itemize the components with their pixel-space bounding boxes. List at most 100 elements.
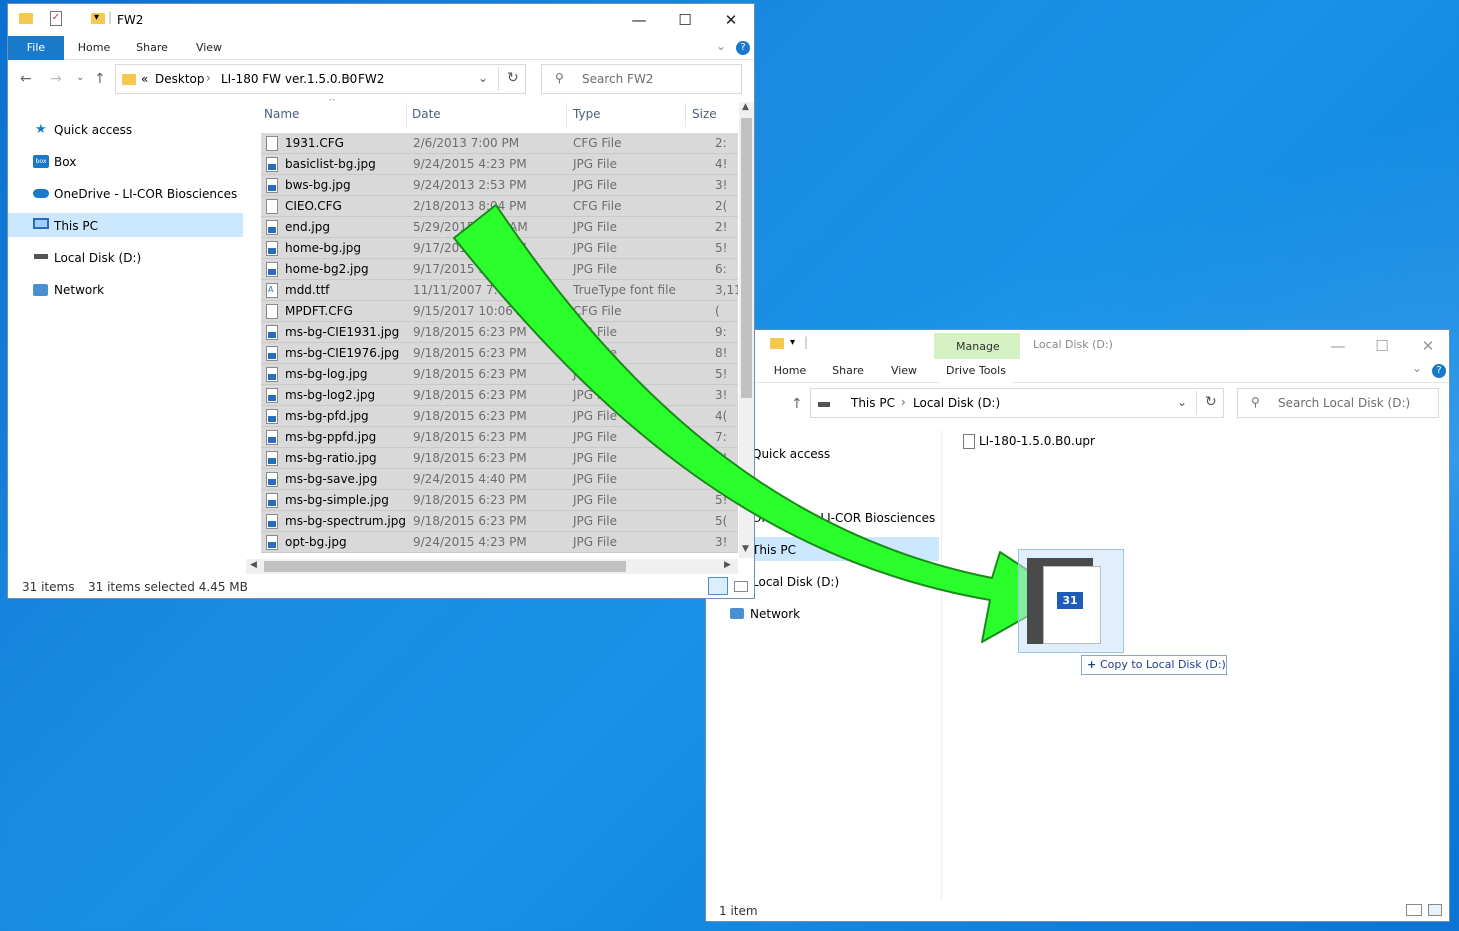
tab-drive-tools[interactable]: Drive Tools (940, 359, 1012, 383)
table-row[interactable]: ms-bg-log.jpg 9/18/2015 6:23 PM JPG File 5! (261, 364, 738, 385)
image-file-icon (266, 430, 278, 445)
tab-home[interactable]: Home (766, 359, 814, 383)
scroll-down-icon[interactable]: ▼ (742, 544, 749, 554)
minimize-button[interactable]: — (1315, 330, 1361, 362)
expand-ribbon-icon[interactable]: ⌄ (716, 39, 726, 53)
table-row[interactable]: home-bg2.jpg 9/17/2015 3:00 PM JPG File 6: (261, 259, 738, 280)
scroll-left-icon[interactable]: ◀ (250, 560, 257, 570)
scroll-up-icon[interactable]: ▲ (742, 102, 749, 112)
column-date[interactable]: Date (412, 99, 441, 129)
table-row[interactable]: ms-bg-spectrum.jpg 9/18/2015 6:23 PM JPG F… (261, 511, 738, 532)
column-type[interactable]: Type (573, 99, 601, 129)
refresh-icon[interactable]: ↻ (1205, 394, 1217, 410)
table-row[interactable]: ms-bg-ratio.jpg 9/18/2015 6:23 PM JPG File… (261, 448, 738, 469)
horizontal-scrollbar[interactable]: ◀ ▶ (246, 559, 738, 574)
forward-arrow-icon[interactable]: → (50, 71, 62, 87)
details-view-icon[interactable] (708, 577, 728, 595)
nav-network[interactable]: Network (750, 602, 800, 626)
recent-locations-icon[interactable]: ⌄ (76, 72, 84, 83)
fw2-window[interactable]: ✓ ▾ | FW2 — ☐ ✕ File Home Share View ⌄ ?… (7, 3, 755, 599)
back-arrow-icon[interactable]: ← (20, 71, 32, 87)
nav-local-disk[interactable]: Local Disk (D:) (54, 246, 141, 270)
table-row[interactable]: ms-bg-log2.jpg 9/18/2015 6:23 PM JPG File 3… (261, 385, 738, 406)
details-view-icon[interactable] (1406, 904, 1422, 916)
table-row[interactable]: ms-bg-CIE1931.jpg 9/18/2015 6:23 PM JPG Fi… (261, 322, 738, 343)
tab-share[interactable]: Share (824, 359, 872, 383)
table-row[interactable]: ms-bg-save.jpg 9/24/2015 4:40 PM JPG File 4… (261, 469, 738, 490)
table-row[interactable]: bws-bg.jpg 9/24/2013 2:53 PM JPG File 3! (261, 175, 738, 196)
table-row[interactable]: opt-bg.jpg 9/24/2015 4:23 PM JPG File 3! (261, 532, 738, 553)
up-arrow-icon[interactable]: ↑ (94, 71, 106, 87)
minimize-button[interactable]: — (616, 4, 662, 36)
table-row[interactable]: mdd.ttf 11/11/2007 7:46 PM TrueType font f… (261, 280, 738, 301)
quick-access-dropdown-icon[interactable]: ▾ (790, 337, 795, 348)
refresh-icon[interactable]: ↻ (507, 70, 519, 86)
table-row[interactable]: ms-bg-pfd.jpg 9/18/2015 6:23 PM JPG File 4( (261, 406, 738, 427)
large-icons-view-icon[interactable] (734, 581, 748, 592)
nav-onedrive[interactable]: OneDrive - LI-COR Biosciences (54, 182, 237, 206)
file-item[interactable]: LI-180-1.5.0.B0.upr (979, 434, 1095, 448)
table-row[interactable]: ms-bg-ppfd.jpg 9/18/2015 6:23 PM JPG File 7… (261, 427, 738, 448)
file-type: JPG File (573, 409, 617, 423)
quick-access-dropdown-icon[interactable]: ▾ (94, 12, 99, 23)
nav-quick-access[interactable]: Quick access (752, 442, 830, 466)
box-icon: box (33, 155, 49, 168)
tab-view[interactable]: View (185, 36, 233, 60)
nav-onedrive[interactable]: OneDrive - LI-COR Biosciences (752, 506, 935, 530)
breadcrumb-fw2[interactable]: FW2 (358, 72, 384, 86)
vertical-scrollbar[interactable]: ▲ ▼ (739, 102, 754, 558)
table-row[interactable]: end.jpg 5/29/2015 4:36 AM JPG File 2! (261, 217, 738, 238)
onedrive-icon (33, 189, 49, 198)
column-name[interactable]: Name (264, 99, 299, 129)
tab-file[interactable]: File (8, 36, 64, 60)
tab-share[interactable]: Share (128, 36, 176, 60)
maximize-button[interactable]: ☐ (662, 4, 708, 36)
title-bar[interactable]: ✓ ▾ | FW2 — ☐ ✕ (8, 4, 754, 40)
scroll-right-icon[interactable]: ▶ (724, 560, 731, 570)
file-size: 7: (715, 430, 727, 444)
breadcrumb-li180[interactable]: LI-180 FW ver.1.5.0.B0 (221, 72, 357, 86)
close-button[interactable]: ✕ (708, 4, 754, 36)
address-bar[interactable]: This PC › Local Disk (D:) ⌄ ↻ (810, 388, 1224, 418)
nav-box[interactable]: Box (54, 150, 76, 174)
table-row[interactable]: CIEO.CFG 2/18/2013 8:04 PM CFG File 2( (261, 196, 738, 217)
table-row[interactable]: ms-bg-simple.jpg 9/18/2015 6:23 PM JPG Fil… (261, 490, 738, 511)
large-icons-view-icon[interactable] (1428, 904, 1442, 916)
nav-network[interactable]: Network (54, 278, 104, 302)
nav-local-disk[interactable]: Local Disk (D:) (752, 570, 839, 594)
maximize-button[interactable]: ☐ (1359, 330, 1405, 362)
nav-this-pc[interactable]: This PC (54, 214, 98, 238)
nav-this-pc[interactable]: This PC (752, 538, 796, 562)
up-arrow-icon[interactable]: ↑ (791, 396, 803, 412)
file-list[interactable]: Name ^ Date Type Size 1931.CFG 2/6/2013 7… (261, 99, 739, 557)
search-input[interactable]: ⚲ Search Local Disk (D:) (1237, 388, 1439, 418)
expand-ribbon-icon[interactable]: ⌄ (1412, 361, 1422, 375)
address-dropdown-icon[interactable]: ⌄ (1177, 395, 1187, 409)
nav-quick-access[interactable]: Quick access (54, 118, 132, 142)
breadcrumb-overflow[interactable]: « (141, 72, 148, 86)
tab-view[interactable]: View (880, 359, 928, 383)
table-row[interactable]: MPDFT.CFG 9/15/2017 10:06 AM CFG File ( (261, 301, 738, 322)
image-file-icon (266, 346, 278, 361)
address-bar[interactable]: « Desktop › LI-180 FW ver.1.5.0.B0 › FW2… (115, 64, 526, 94)
close-button[interactable]: ✕ (1405, 330, 1449, 362)
vertical-scroll-thumb[interactable] (741, 118, 752, 398)
table-row[interactable]: 1931.CFG 2/6/2013 7:00 PM CFG File 2: (261, 133, 738, 154)
properties-icon[interactable]: ✓ (50, 11, 62, 26)
breadcrumb-this-pc[interactable]: This PC (851, 396, 895, 410)
table-row[interactable]: basiclist-bg.jpg 9/24/2015 4:23 PM JPG Fil… (261, 154, 738, 175)
address-dropdown-icon[interactable]: ⌄ (478, 71, 488, 85)
drive-icon (818, 402, 830, 407)
breadcrumb-local-disk[interactable]: Local Disk (D:) (913, 396, 1000, 410)
tab-home[interactable]: Home (70, 36, 118, 60)
file-size: 5! (715, 367, 728, 381)
help-icon[interactable]: ? (736, 41, 750, 55)
horizontal-scroll-thumb[interactable] (264, 561, 626, 572)
file-name: ms-bg-ppfd.jpg (285, 430, 377, 444)
table-row[interactable]: ms-bg-CIE1976.jpg 9/18/2015 6:23 PM JPG Fi… (261, 343, 738, 364)
table-row[interactable]: home-bg.jpg 9/17/2015 3:00 PM JPG File 5! (261, 238, 738, 259)
help-icon[interactable]: ? (1432, 364, 1446, 378)
column-size[interactable]: Size (692, 99, 717, 129)
search-input[interactable]: ⚲ Search FW2 (541, 64, 742, 94)
breadcrumb-desktop[interactable]: Desktop (155, 72, 205, 86)
